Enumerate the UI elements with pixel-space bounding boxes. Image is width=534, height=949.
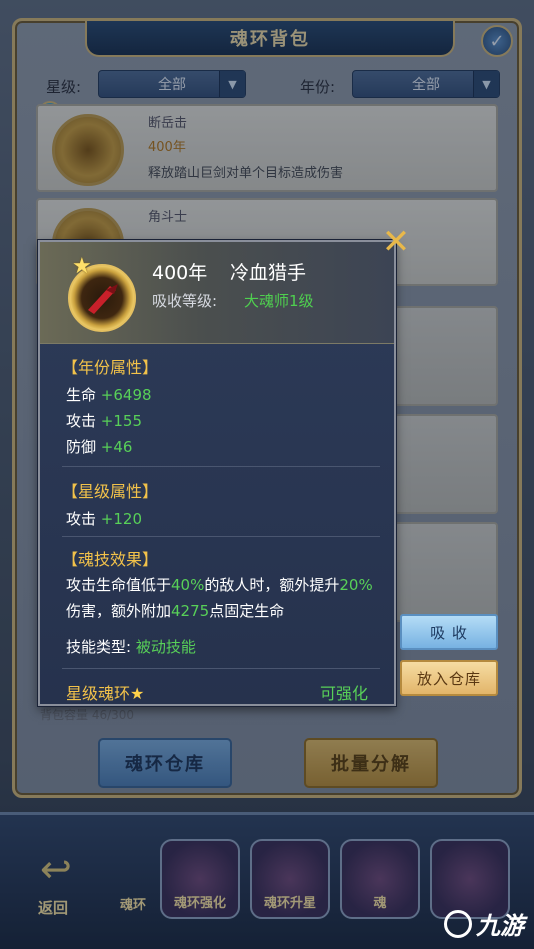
attr-row: 攻击 +155: [66, 410, 142, 431]
attr-value: +6498: [100, 386, 152, 404]
attr-label: 防御: [66, 438, 97, 456]
attr-label: 生命: [66, 386, 97, 404]
attr-row: 防御 +46: [66, 436, 132, 457]
soul-ring-detail-popup: ★ 400年 冷血猎手 吸收等级: 大魂师1级 【年份属性】 生命 +6498 …: [38, 240, 396, 706]
popup-header: ★ 400年 冷血猎手 吸收等级: 大魂师1级: [40, 242, 394, 344]
blade-icon: [88, 284, 118, 314]
watermark-logo-icon: [444, 909, 472, 938]
star-ring-text: 星级魂环: [66, 684, 131, 703]
attr-row: 生命 +6498: [66, 384, 152, 405]
attr-row: 攻击 +120: [66, 508, 142, 529]
close-icon[interactable]: ✕: [380, 225, 412, 259]
skill-effect-title: 【魂技效果】: [62, 550, 159, 569]
skill-type-label: 技能类型:: [66, 638, 132, 656]
absorb-button[interactable]: 吸 收: [400, 614, 498, 650]
item-year: 400年: [152, 262, 208, 284]
star-icon: ★: [130, 684, 145, 703]
attr-value: +155: [100, 412, 142, 430]
watermark: 九游: [444, 906, 524, 941]
divider: [62, 466, 380, 467]
skill-desc-text: 伤害，额外附加: [66, 602, 172, 620]
attr-label: 攻击: [66, 510, 97, 528]
item-name: 冷血猎手: [230, 262, 307, 284]
skill-description: 攻击生命值低于40%的敌人时，额外提升20% 伤害，额外附加4275点固定生命: [66, 572, 382, 624]
skill-type-row: 技能类型: 被动技能: [66, 636, 196, 657]
skill-desc-value: 40%: [171, 576, 205, 594]
absorb-level-value: 大魂师1级: [244, 292, 314, 310]
skill-desc-text: 点固定生命: [209, 602, 285, 620]
skill-desc-value: 4275: [171, 602, 210, 620]
attr-value: +46: [100, 438, 133, 456]
divider: [62, 536, 380, 537]
star-icon: ★: [72, 254, 92, 279]
skill-desc-text: 攻击生命值低于: [66, 576, 172, 594]
absorb-level-label: 吸收等级:: [152, 292, 218, 310]
enhanceable-label: 可强化: [319, 684, 368, 703]
skill-desc-value: 20%: [339, 576, 373, 594]
attr-label: 攻击: [66, 412, 97, 430]
skill-type-value: 被动技能: [135, 638, 196, 656]
put-in-warehouse-button[interactable]: 放入仓库: [400, 660, 498, 696]
star-attr-title: 【星级属性】: [62, 482, 159, 501]
attr-value: +120: [100, 510, 142, 528]
divider: [62, 668, 380, 669]
year-attr-title: 【年份属性】: [62, 358, 159, 377]
star-ring-label: 星级魂环★: [66, 680, 144, 704]
skill-desc-text: 的敌人时，额外提升: [204, 576, 340, 594]
watermark-text: 九游: [476, 912, 524, 940]
